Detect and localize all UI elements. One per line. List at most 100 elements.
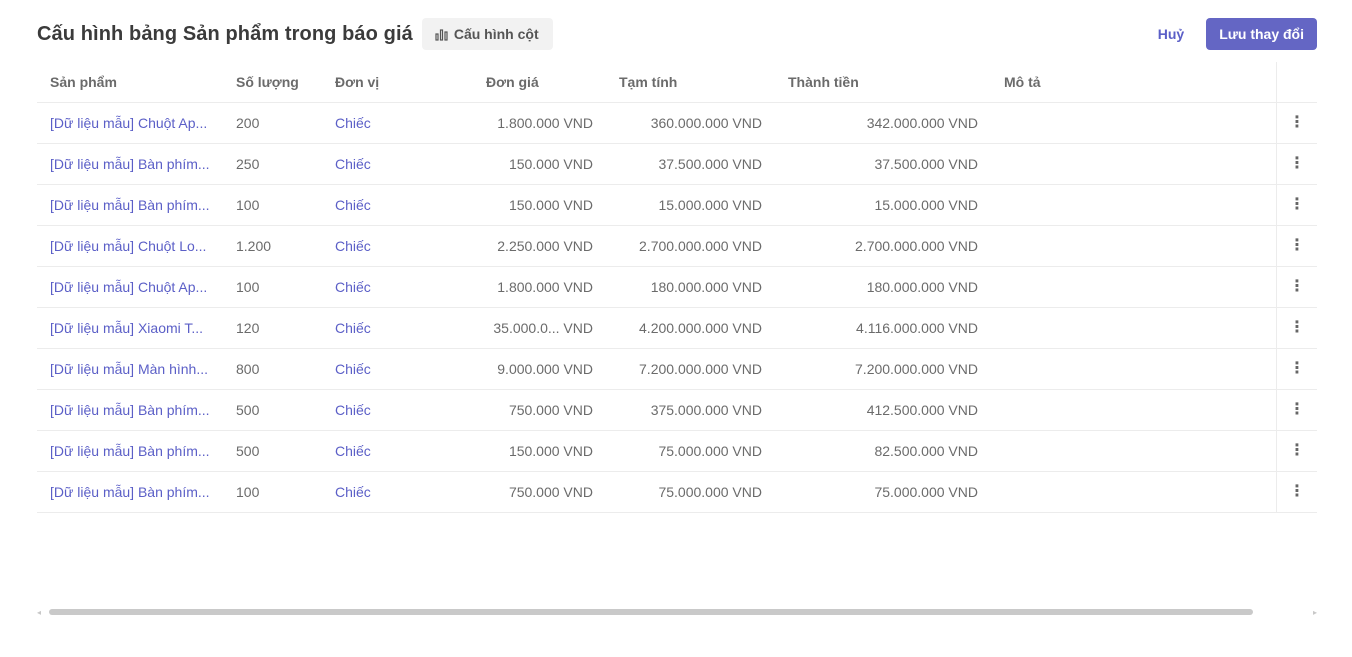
table-row[interactable]: [Dữ liệu mẫu] Bàn phím... 500 Chiếc 150.000…: [37, 431, 1317, 472]
unit-price-cell-text: 750.000 VND: [508, 402, 593, 418]
unit-price-cell: 1.800.000 VND: [447, 103, 593, 143]
quantity-cell[interactable]: 250: [236, 144, 316, 184]
total-cell: 82.500.000 VND: [777, 431, 978, 471]
subtotal-cell-text: 4.200.000.000 VND: [639, 320, 762, 336]
description-cell[interactable]: [1004, 267, 1204, 307]
unit-cell-text: Chiếc: [335, 443, 371, 459]
table-row[interactable]: [Dữ liệu mẫu] Bàn phím... 250 Chiếc 150.000…: [37, 144, 1317, 185]
table-row[interactable]: [Dữ liệu mẫu] Màn hình... 800 Chiếc 9.000.0…: [37, 349, 1317, 390]
unit-cell[interactable]: Chiếc: [335, 431, 435, 471]
quantity-cell-text: 100: [236, 484, 260, 500]
description-cell[interactable]: [1004, 431, 1204, 471]
description-cell[interactable]: [1004, 308, 1204, 348]
row-actions-cell[interactable]: ⋮: [1276, 103, 1317, 143]
column-header-unit-price[interactable]: Đơn giá: [486, 62, 632, 102]
save-changes-button[interactable]: Lưu thay đổi: [1206, 18, 1317, 50]
more-vertical-icon[interactable]: ⋮: [1289, 361, 1305, 377]
more-vertical-icon[interactable]: ⋮: [1289, 156, 1305, 172]
table-row[interactable]: [Dữ liệu mẫu] Bàn phím... 100 Chiếc 150.000…: [37, 185, 1317, 226]
description-cell[interactable]: [1004, 472, 1204, 512]
description-cell[interactable]: [1004, 349, 1204, 389]
more-vertical-icon[interactable]: ⋮: [1289, 115, 1305, 131]
description-cell[interactable]: [1004, 390, 1204, 430]
column-header-description[interactable]: Mô tả: [1004, 62, 1204, 102]
cancel-button[interactable]: Huỷ: [1158, 26, 1184, 42]
more-vertical-icon[interactable]: ⋮: [1289, 443, 1305, 459]
table-row[interactable]: [Dữ liệu mẫu] Bàn phím... 500 Chiếc 750.000…: [37, 390, 1317, 431]
quantity-cell[interactable]: 1.200: [236, 226, 316, 266]
quantity-cell[interactable]: 100: [236, 472, 316, 512]
product-cell[interactable]: [Dữ liệu mẫu] Chuột Ap...: [50, 103, 210, 143]
more-vertical-icon[interactable]: ⋮: [1289, 484, 1305, 500]
column-header-total[interactable]: Thành tiền: [788, 62, 989, 102]
table-row[interactable]: [Dữ liệu mẫu] Chuột Lo... 1.200 Chiếc 2.250…: [37, 226, 1317, 267]
table-row[interactable]: [Dữ liệu mẫu] Chuột Ap... 200 Chiếc 1.800.0…: [37, 103, 1317, 144]
table-row[interactable]: [Dữ liệu mẫu] Chuột Ap... 100 Chiếc 1.800.0…: [37, 267, 1317, 308]
scroll-right-arrow-icon[interactable]: ▸: [1313, 608, 1317, 617]
row-actions-cell[interactable]: ⋮: [1276, 349, 1317, 389]
unit-cell[interactable]: Chiếc: [335, 390, 435, 430]
unit-cell[interactable]: Chiếc: [335, 103, 435, 143]
column-header-product[interactable]: Sản phẩm: [50, 62, 210, 102]
subtotal-cell-text: 2.700.000.000 VND: [639, 238, 762, 254]
product-cell[interactable]: [Dữ liệu mẫu] Bàn phím...: [50, 185, 210, 225]
unit-cell[interactable]: Chiếc: [335, 267, 435, 307]
description-cell[interactable]: [1004, 144, 1204, 184]
unit-cell[interactable]: Chiếc: [335, 472, 435, 512]
row-actions-cell[interactable]: ⋮: [1276, 431, 1317, 471]
quantity-cell[interactable]: 800: [236, 349, 316, 389]
more-vertical-icon[interactable]: ⋮: [1289, 238, 1305, 254]
total-cell-text: 412.500.000 VND: [866, 402, 978, 418]
product-cell[interactable]: [Dữ liệu mẫu] Chuột Ap...: [50, 267, 210, 307]
quantity-cell[interactable]: 500: [236, 431, 316, 471]
more-vertical-icon[interactable]: ⋮: [1289, 197, 1305, 213]
table-row[interactable]: [Dữ liệu mẫu] Bàn phím... 100 Chiếc 750.000…: [37, 472, 1317, 513]
quantity-cell[interactable]: 100: [236, 267, 316, 307]
quantity-cell[interactable]: 100: [236, 185, 316, 225]
more-vertical-icon[interactable]: ⋮: [1289, 279, 1305, 295]
column-config-button[interactable]: Cấu hình cột: [421, 18, 553, 50]
row-actions-cell[interactable]: ⋮: [1276, 185, 1317, 225]
table-row[interactable]: [Dữ liệu mẫu] Xiaomi T... 120 Chiếc 35.000.…: [37, 308, 1317, 349]
subtotal-cell: 37.500.000 VND: [607, 144, 762, 184]
more-vertical-icon[interactable]: ⋮: [1289, 402, 1305, 418]
description-cell[interactable]: [1004, 103, 1204, 143]
row-actions-cell[interactable]: ⋮: [1276, 308, 1317, 348]
row-actions-cell[interactable]: ⋮: [1276, 267, 1317, 307]
unit-cell[interactable]: Chiếc: [335, 144, 435, 184]
row-actions-cell[interactable]: ⋮: [1276, 472, 1317, 512]
description-cell[interactable]: [1004, 226, 1204, 266]
scrollbar-thumb[interactable]: [49, 609, 1253, 615]
quantity-cell[interactable]: 120: [236, 308, 316, 348]
unit-cell[interactable]: Chiếc: [335, 226, 435, 266]
product-cell[interactable]: [Dữ liệu mẫu] Chuột Lo...: [50, 226, 210, 266]
product-cell[interactable]: [Dữ liệu mẫu] Bàn phím...: [50, 390, 210, 430]
row-actions-cell[interactable]: ⋮: [1276, 144, 1317, 184]
unit-cell[interactable]: Chiếc: [335, 308, 435, 348]
product-cell[interactable]: [Dữ liệu mẫu] Bàn phím...: [50, 472, 210, 512]
quantity-cell[interactable]: 200: [236, 103, 316, 143]
product-cell[interactable]: [Dữ liệu mẫu] Xiaomi T...: [50, 308, 210, 348]
table-header-row: Sản phẩm Số lượng Đơn vị Đơn giá Tạm tín…: [37, 62, 1317, 103]
total-cell: 7.200.000.000 VND: [777, 349, 978, 389]
column-header-subtotal[interactable]: Tạm tính: [619, 62, 774, 102]
column-header-quantity[interactable]: Số lượng: [236, 62, 316, 102]
unit-cell[interactable]: Chiếc: [335, 349, 435, 389]
product-cell-text: [Dữ liệu mẫu] Bàn phím...: [50, 484, 210, 500]
product-cell[interactable]: [Dữ liệu mẫu] Bàn phím...: [50, 431, 210, 471]
more-vertical-icon[interactable]: ⋮: [1289, 320, 1305, 336]
product-cell-text: [Dữ liệu mẫu] Bàn phím...: [50, 443, 210, 459]
product-cell[interactable]: [Dữ liệu mẫu] Bàn phím...: [50, 144, 210, 184]
product-cell-text: [Dữ liệu mẫu] Chuột Ap...: [50, 279, 208, 295]
horizontal-scrollbar[interactable]: ◂ ▸: [37, 606, 1317, 618]
scroll-left-arrow-icon[interactable]: ◂: [37, 608, 41, 617]
product-cell[interactable]: [Dữ liệu mẫu] Màn hình...: [50, 349, 210, 389]
column-header-unit[interactable]: Đơn vị: [335, 62, 435, 102]
unit-cell[interactable]: Chiếc: [335, 185, 435, 225]
column-config-label: Cấu hình cột: [453, 26, 539, 42]
description-cell[interactable]: [1004, 185, 1204, 225]
row-actions-cell[interactable]: ⋮: [1276, 226, 1317, 266]
quantity-cell[interactable]: 500: [236, 390, 316, 430]
unit-cell-text: Chiếc: [335, 361, 371, 377]
row-actions-cell[interactable]: ⋮: [1276, 390, 1317, 430]
